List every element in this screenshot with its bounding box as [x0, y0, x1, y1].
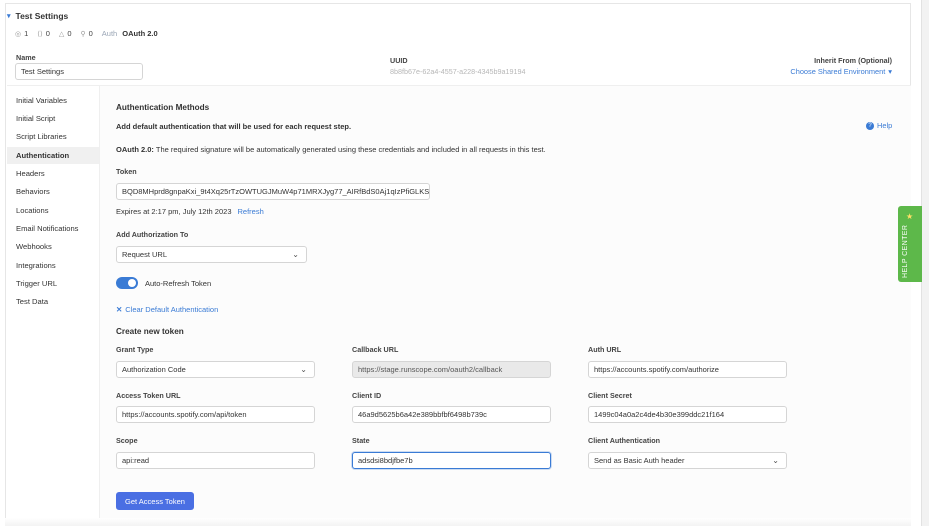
bell-icon: △: [58, 30, 65, 38]
close-icon: ✕: [116, 305, 123, 314]
scope-label: Scope: [116, 436, 138, 445]
sidebar-item-test-data[interactable]: Test Data: [16, 297, 48, 306]
name-label: Name: [16, 53, 36, 62]
inherit-label: Inherit From (Optional): [814, 56, 892, 65]
sidebar-item-authentication[interactable]: Authentication: [16, 151, 69, 160]
radio-icon: ◎: [15, 30, 22, 38]
sidebar-item-script-libraries[interactable]: Script Libraries: [16, 132, 67, 141]
auth-summary: Auth OAuth 2.0: [101, 29, 158, 38]
client-id-field[interactable]: 46a9d5625b6a42e389bbfbf6498b739c: [352, 406, 551, 423]
bottom-edge: [5, 518, 911, 526]
name-field[interactable]: Test Settings: [15, 63, 143, 80]
grant-type-select[interactable]: Authorization Code ⌄: [116, 361, 315, 378]
add-auth-select[interactable]: Request URL ⌄: [116, 246, 307, 263]
refresh-link[interactable]: Refresh: [238, 207, 264, 216]
callback-url-field: https://stage.runscope.com/oauth2/callba…: [352, 361, 551, 378]
description-text: Add default authentication that will be …: [116, 122, 352, 131]
clear-auth-link[interactable]: ✕ Clear Default Authentication: [116, 305, 218, 314]
bracket-icon: ⟨⟩: [37, 30, 43, 38]
chevron-down-icon: ⌄: [300, 365, 307, 374]
token-expiry: Expires at 2:17 pm, July 12th 2023 Refre…: [116, 207, 264, 216]
star-icon: ★: [906, 212, 914, 221]
scope-field[interactable]: api:read: [116, 452, 315, 469]
sidebar-item-locations[interactable]: Locations: [16, 206, 49, 215]
chevron-down-icon: ⌄: [292, 250, 299, 259]
sidebar-item-webhooks[interactable]: Webhooks: [16, 242, 52, 251]
client-secret-label: Client Secret: [588, 391, 632, 400]
section-header[interactable]: ▾ Test Settings: [7, 11, 68, 21]
token-field[interactable]: BQD8MHprd8gnpaKxi_9t4Xq25rTzOWTUGJMuW4p7…: [116, 183, 430, 200]
scrollbar[interactable]: [921, 0, 929, 526]
sidebar-item-email-notifications[interactable]: Email Notifications: [16, 224, 78, 233]
client-auth-label: Client Authentication: [588, 436, 661, 445]
create-token-heading: Create new token: [116, 327, 184, 336]
access-token-url-label: Access Token URL: [116, 391, 181, 400]
sidebar-item-behaviors[interactable]: Behaviors: [16, 187, 50, 196]
section-heading: Authentication Methods: [116, 103, 210, 112]
choose-environment-link[interactable]: Choose Shared Environment ▾: [790, 67, 892, 76]
state-field[interactable]: adsdsi8bdjfbe7b: [352, 452, 551, 469]
callback-url-label: Callback URL: [352, 345, 399, 354]
sidebar-item-initial-script[interactable]: Initial Script: [16, 114, 55, 123]
access-token-url-field[interactable]: https://accounts.spotify.com/api/token: [116, 406, 315, 423]
uuid-label: UUID: [390, 56, 408, 65]
auto-refresh-toggle[interactable]: [116, 277, 138, 289]
help-center-label: HELP CENTER: [902, 224, 909, 278]
help-center-tab[interactable]: ★ HELP CENTER: [898, 206, 922, 282]
stat-user: ⚲ 0: [80, 29, 93, 38]
stat-bell: △ 0: [58, 29, 72, 38]
client-secret-field[interactable]: 1499c04a0a2c4de4b30e399ddc21f164: [588, 406, 787, 423]
auth-url-field[interactable]: https://accounts.spotify.com/authorize: [588, 361, 787, 378]
client-id-label: Client ID: [352, 391, 382, 400]
get-access-token-button[interactable]: Get Access Token: [116, 492, 194, 510]
sidebar-item-initial-variables[interactable]: Initial Variables: [16, 96, 67, 105]
test-stats: ◎ 1 ⟨⟩ 0 △ 0 ⚲ 0 Auth OAuth 2.0: [15, 29, 158, 38]
user-icon: ⚲: [80, 30, 86, 38]
auth-url-label: Auth URL: [588, 345, 622, 354]
sidebar-item-trigger-url[interactable]: Trigger URL: [16, 279, 57, 288]
stat-bracket: ⟨⟩ 0: [37, 29, 50, 38]
question-icon: ?: [866, 121, 874, 130]
sidebar: Initial Variables Initial Script Script …: [7, 85, 99, 526]
oauth-note: OAuth 2.0: The required signature will b…: [116, 145, 546, 154]
stat-radio: ◎ 1: [15, 29, 29, 38]
sidebar-item-integrations[interactable]: Integrations: [16, 261, 56, 270]
help-link[interactable]: ? Help: [866, 121, 892, 130]
grant-type-label: Grant Type: [116, 345, 154, 354]
uuid-value: 8b8fb67e-62a4-4557-a228-4345b9a19194: [390, 67, 526, 76]
chevron-down-icon[interactable]: ▾: [7, 12, 11, 20]
state-label: State: [352, 436, 370, 445]
client-auth-select[interactable]: Send as Basic Auth header ⌄: [588, 452, 787, 469]
chevron-down-icon: ⌄: [772, 456, 779, 465]
caret-down-icon: ▾: [888, 67, 892, 76]
sidebar-item-headers[interactable]: Headers: [16, 169, 45, 178]
token-label: Token: [116, 167, 137, 176]
auto-refresh-label: Auto-Refresh Token: [145, 279, 212, 288]
add-auth-label: Add Authorization To: [116, 230, 189, 239]
section-title: Test Settings: [15, 11, 69, 21]
toggle-knob: [128, 279, 136, 287]
